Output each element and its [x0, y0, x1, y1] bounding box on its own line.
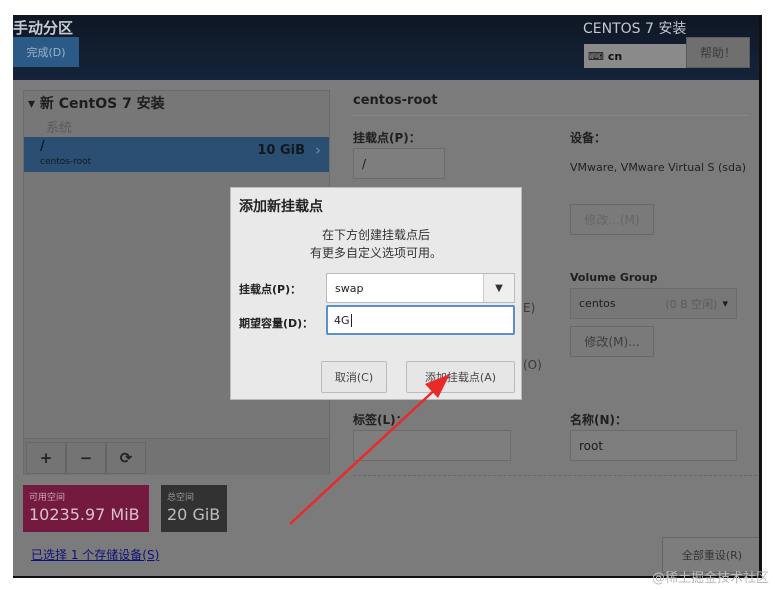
watermark: @稀土掘金技术社区 — [651, 571, 769, 586]
red-arrow-annotation — [289, 374, 450, 525]
